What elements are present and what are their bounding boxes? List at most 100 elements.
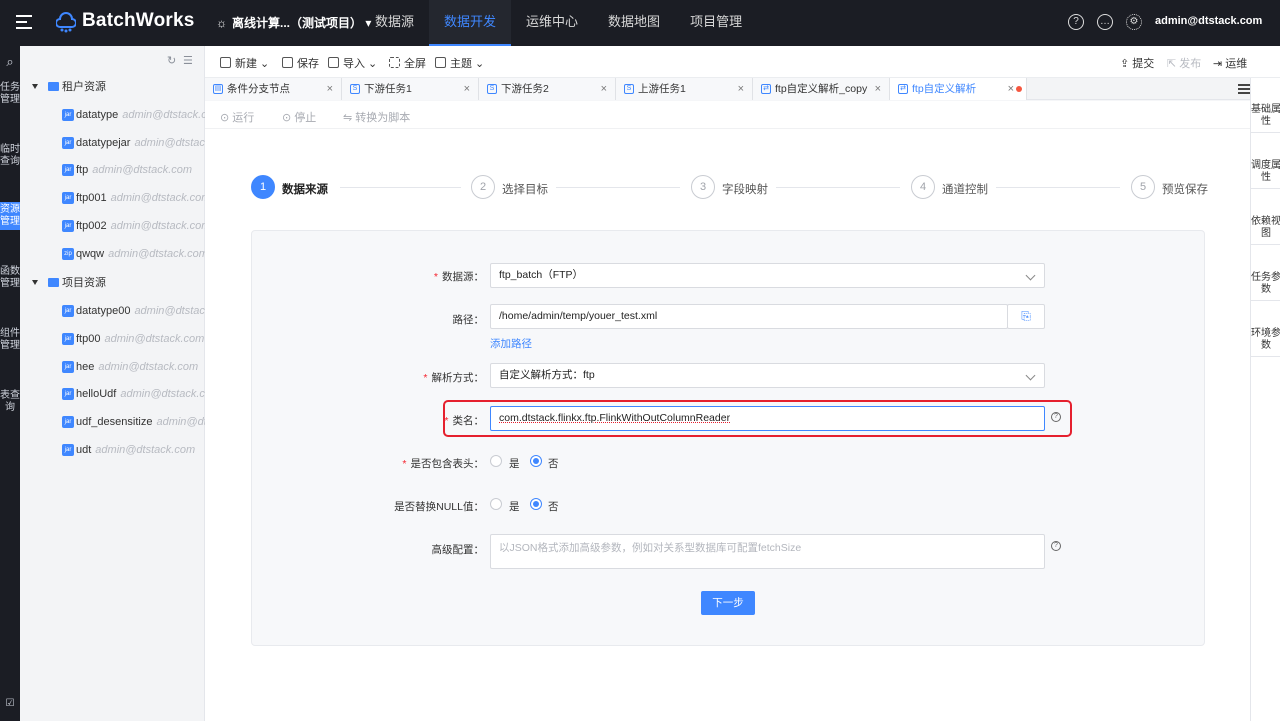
rail-resource-mgmt[interactable]: 资源管理 <box>0 202 20 230</box>
refresh-icon[interactable]: ↻ <box>167 54 176 67</box>
rail-basic-props[interactable]: 基础属性 <box>1251 100 1280 133</box>
menu-icon[interactable] <box>16 15 32 29</box>
tab-downstream-2[interactable]: S 下游任务2 × <box>479 78 616 100</box>
rail-schedule-props[interactable]: 调度属性 <box>1251 156 1280 189</box>
settings-icon[interactable]: ⚙ <box>1126 14 1142 30</box>
resource-owner: admin@dtstack.com <box>92 164 193 177</box>
tab-ftp-parse-copy[interactable]: ⇄ ftp自定义解析_copy × <box>753 78 890 100</box>
tree-item[interactable]: jarhelloUdfadmin@dtstack.com <box>20 383 205 405</box>
import-button[interactable]: 导入 ⌄ <box>328 55 377 71</box>
add-path-link[interactable]: 添加路径 <box>490 336 532 351</box>
rail-function-mgmt[interactable]: 函数管理 <box>0 264 20 292</box>
tree-item[interactable]: jar ftp admin@dtstack.com <box>20 159 205 181</box>
tree-item[interactable]: jar ftp002 admin@dtstack.com <box>20 215 205 237</box>
tree-item[interactable]: jar hee admin@dtstack.com <box>20 356 205 378</box>
close-icon[interactable]: × <box>464 78 470 100</box>
class-name-input[interactable]: com.dtstack.flinkx.ftp.FlinkWithOutColum… <box>490 406 1045 431</box>
publish-label: 发布 <box>1179 58 1202 70</box>
message-icon[interactable]: … <box>1097 14 1113 30</box>
rail-component-mgmt[interactable]: 组件管理 <box>0 326 20 354</box>
run-button[interactable]: ⊙ 运行 <box>220 109 254 125</box>
rail-label: 表查询 <box>0 390 20 413</box>
advanced-config-textarea[interactable]: 以JSON格式添加高级参数，例如对关系型数据库可配置fetchSize <box>490 534 1045 569</box>
close-icon[interactable]: × <box>601 78 607 100</box>
publish-button[interactable]: ⇱ 发布 <box>1167 55 1201 71</box>
parse-mode-select[interactable]: 自定义解析方式：ftp <box>490 363 1045 388</box>
fullscreen-button[interactable]: 全屏 <box>389 55 426 71</box>
logo-icon <box>56 12 76 33</box>
help-icon[interactable]: ? <box>1051 412 1061 422</box>
null-no-radio[interactable] <box>530 498 542 510</box>
select-value: 自定义解析方式：ftp <box>499 369 595 381</box>
tree-item[interactable]: jardatatypeadmin@dtstack.com <box>20 104 205 126</box>
header-yes-radio[interactable] <box>490 455 502 467</box>
script-icon: S <box>487 84 497 94</box>
close-icon[interactable]: × <box>875 78 881 100</box>
rail-table-query[interactable]: 表查询 <box>0 388 20 416</box>
tree-item-label: hee admin@dtstack.com <box>76 356 198 378</box>
resource-name: datatype <box>76 109 119 121</box>
nav-datasource[interactable]: 数据源 <box>360 0 429 46</box>
stop-button[interactable]: ⊙ 停止 <box>282 109 316 125</box>
close-icon[interactable]: × <box>1008 78 1014 100</box>
sync-icon: ⇄ <box>898 84 908 94</box>
tab-ftp-parse[interactable]: ⇄ ftp自定义解析 × <box>890 78 1027 100</box>
tree-item[interactable]: jarudf_desensitizeadmin@dtstack.com <box>20 411 205 433</box>
null-yes-radio[interactable] <box>490 498 502 510</box>
tree-item[interactable]: jar ftp00 admin@dtstack.com <box>20 328 205 350</box>
save-button[interactable]: 保存 <box>282 55 319 71</box>
close-icon[interactable]: × <box>738 78 744 100</box>
tree-item[interactable]: jar ftp001 admin@dtstack.com <box>20 187 205 209</box>
datasource-select[interactable]: ftp_batch（FTP） <box>490 263 1045 288</box>
next-step-button[interactable]: 下一步 <box>701 591 755 615</box>
submit-label: 提交 <box>1132 58 1155 70</box>
checkbox-icon[interactable]: ☑ <box>0 696 20 712</box>
help-icon[interactable]: ? <box>1068 14 1084 30</box>
import-label: 导入 <box>343 58 365 70</box>
nav-data-map[interactable]: 数据地图 <box>593 0 675 46</box>
jar-file-icon: jar <box>62 192 74 205</box>
header-no-radio[interactable] <box>530 455 542 467</box>
tree-item[interactable]: jardatatypejaradmin@dtstack.com <box>20 132 205 154</box>
step-line <box>776 187 900 188</box>
tree-item[interactable]: jardatatype00admin@dtstack.com <box>20 300 205 322</box>
rail-task-mgmt[interactable]: 任务管理 <box>0 80 20 108</box>
tab-upstream-1[interactable]: S 上游任务1 × <box>616 78 753 100</box>
tab-label: ftp自定义解析_copy <box>775 83 868 95</box>
tree-item[interactable]: zip qwqw admin@dtstack.com <box>20 243 205 265</box>
rail-task-params[interactable]: 任务参数 <box>1251 268 1280 301</box>
path-input[interactable]: /home/admin/temp/youer_test.xml <box>490 304 1008 329</box>
caret-down-icon[interactable] <box>32 84 38 89</box>
rail-env-params[interactable]: 环境参数 <box>1251 324 1280 357</box>
tab-menu-icon[interactable] <box>1238 84 1250 94</box>
user-account[interactable]: admin@dtstack.com <box>1155 15 1262 27</box>
nav-ops-center[interactable]: 运维中心 <box>511 0 593 46</box>
folder-icon <box>48 82 59 91</box>
convert-script-button[interactable]: ⇋ 转换为脚本 <box>343 109 410 125</box>
input-value: com.dtstack.flinkx.ftp.FlinkWithOutColum… <box>499 412 731 424</box>
tree-group[interactable]: 项目资源 <box>20 272 205 294</box>
project-switcher[interactable]: ☼ 离线计算...（测试项目） ▾ <box>216 14 371 31</box>
list-icon[interactable]: ☰ <box>183 54 193 67</box>
caret-down-icon[interactable] <box>32 280 38 286</box>
tree-item-label: ftp002 admin@dtstack.com <box>76 215 205 237</box>
tab-condition-branch[interactable]: ▤ 条件分支节点 × <box>205 78 342 100</box>
help-icon[interactable]: ? <box>1051 541 1061 551</box>
search-icon[interactable]: ⌕ <box>0 54 20 70</box>
tab-downstream-1[interactable]: S 下游任务1 × <box>342 78 479 100</box>
ops-button[interactable]: ⇥ 运维 <box>1213 55 1247 71</box>
nav-data-dev[interactable]: 数据开发 <box>429 0 512 46</box>
file-browse-icon[interactable]: ⎘ <box>1007 304 1045 329</box>
rail-label: 依赖视图 <box>1251 216 1280 239</box>
theme-button[interactable]: 主题 ⌄ <box>435 55 484 71</box>
nav-project-mgmt[interactable]: 项目管理 <box>675 0 757 46</box>
new-button[interactable]: 新建 ⌄ <box>220 55 269 71</box>
close-icon[interactable]: × <box>327 78 333 100</box>
main-nav: 数据源 数据开发 运维中心 数据地图 项目管理 <box>360 0 757 46</box>
rail-dependency-view[interactable]: 依赖视图 <box>1251 212 1280 245</box>
tree-item[interactable]: jar udt admin@dtstack.com <box>20 439 205 461</box>
theme-icon <box>435 57 446 68</box>
rail-temp-query[interactable]: 临时查询 <box>0 142 20 170</box>
submit-button[interactable]: ⇪ 提交 <box>1120 55 1154 71</box>
tree-group[interactable]: 租户资源 <box>20 76 205 98</box>
